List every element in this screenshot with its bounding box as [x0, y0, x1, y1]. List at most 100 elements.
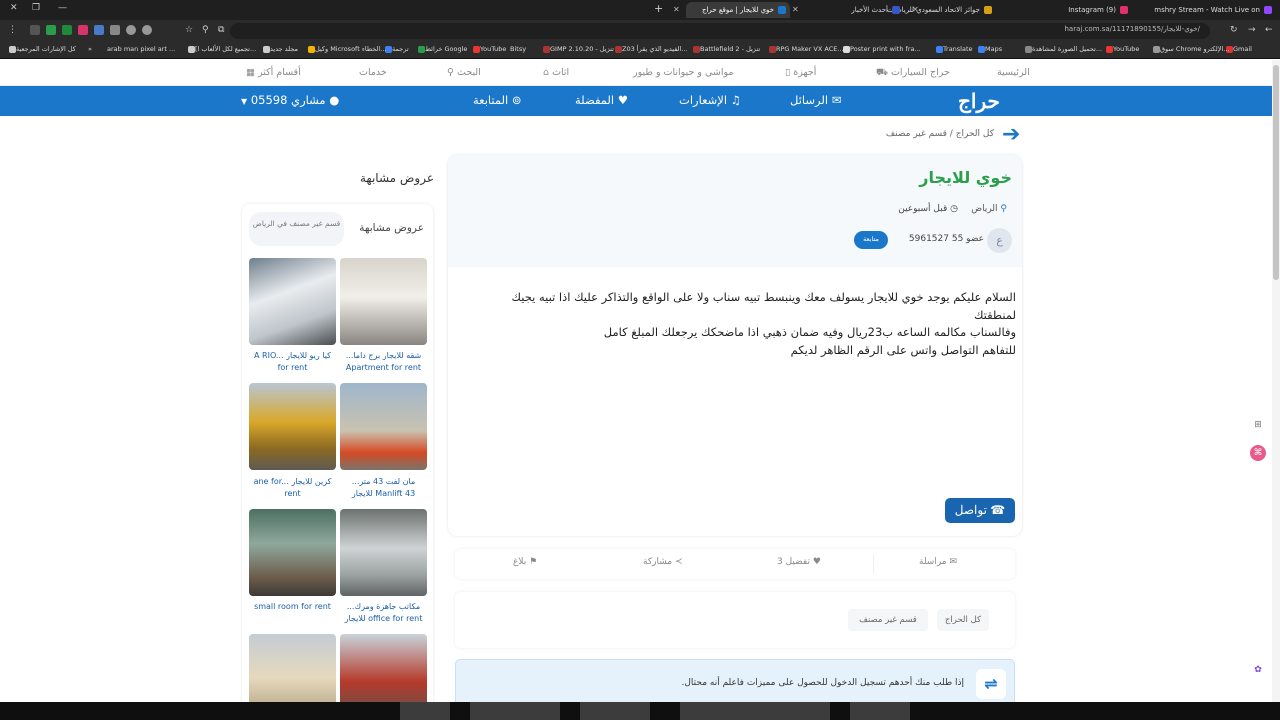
bookmark-item[interactable]: RPG Maker VX ACE...: [766, 45, 844, 53]
bookmark-item[interactable]: GIMP 2.10.20 - تنزيل: [540, 45, 614, 53]
extension-icon[interactable]: [142, 25, 152, 35]
nav-services[interactable]: خدمات: [359, 67, 387, 78]
extension-icon[interactable]: [62, 25, 72, 35]
bookmark-item[interactable]: Z03 الفيديو الذي يقرأ...: [612, 45, 688, 53]
nav-devices[interactable]: ▯ أجهزة: [785, 67, 816, 78]
page-scrollbar[interactable]: [1272, 60, 1280, 702]
qr-icon[interactable]: ⊞: [1250, 417, 1266, 433]
tag-uncategorized[interactable]: قسم غير مصنف: [848, 609, 928, 631]
listing-caption[interactable]: شقه للايجار برج داما... Apartment for re…: [340, 350, 427, 374]
listing-thumbnail-car[interactable]: [249, 258, 336, 345]
listing-caption[interactable]: كيا ريو للايجار A RIO... for rent: [249, 350, 336, 374]
listing-thumbnail[interactable]: [249, 634, 336, 709]
close-tab-icon[interactable]: ✕: [912, 5, 919, 14]
url-text[interactable]: haraj.com.sa/11171890155/خوي-للايجار/: [1065, 25, 1201, 33]
haraj-logo[interactable]: حراج: [958, 89, 1001, 113]
listing-thumbnail[interactable]: [340, 634, 427, 709]
bookmark-item[interactable]: Maps: [975, 45, 1002, 53]
translate-icon[interactable]: ⌘: [1250, 445, 1266, 461]
back-arrow-icon[interactable]: ➔: [1002, 122, 1020, 147]
bookmark-item[interactable]: Translate: [933, 45, 973, 53]
browser-tab-active[interactable]: خوي للايجار | موقع حراج: [686, 2, 790, 18]
share-page-icon[interactable]: ⧉: [218, 25, 224, 35]
bookmark-item[interactable]: YouTube: [1103, 45, 1139, 53]
extension-icon[interactable]: [46, 25, 56, 35]
bookmark-item[interactable]: Bitsy: [510, 45, 526, 53]
contact-button[interactable]: تواصل ☎: [945, 498, 1015, 523]
post-location[interactable]: ⚲ الرياض: [971, 204, 1007, 214]
listing-thumbnail-room[interactable]: [249, 509, 336, 596]
nav-messages[interactable]: الرسائل ✉: [790, 93, 841, 107]
bookmark-item[interactable]: وكيل Microsoft الخطاء...: [305, 45, 386, 53]
nav-home[interactable]: الرئيسية: [997, 67, 1030, 78]
nav-more-sections[interactable]: ▦ أقسام أكثر: [246, 67, 301, 78]
listing-thumbnail-crane[interactable]: [249, 383, 336, 470]
browser-tab[interactable]: أحدث الأخبار: [800, 2, 900, 18]
extension-icon[interactable]: [78, 25, 88, 35]
nav-search[interactable]: ⚲ البحث: [447, 67, 481, 78]
menu-dots-icon[interactable]: ⋮: [8, 25, 17, 35]
browser-tab[interactable]: Instagram (9): [1000, 2, 1128, 18]
nav-cars[interactable]: ⛟ حراج السيارات: [876, 67, 950, 79]
bookmark-star-icon[interactable]: ☆: [185, 25, 193, 35]
follow-button[interactable]: متابعة: [854, 231, 888, 249]
notice-text: إذا طلب منك أحدهم تسجيل الدخول للحصول عل…: [681, 678, 964, 688]
listing-caption[interactable]: كرين للايجار ane for... rent: [249, 476, 336, 500]
close-tab-icon[interactable]: ✕: [673, 5, 680, 14]
listing-caption[interactable]: small room for rent: [249, 601, 336, 613]
minimize-window-icon[interactable]: —: [58, 3, 67, 13]
similar-offers-filter[interactable]: قسم غير مصنف في الرياض: [249, 212, 344, 246]
bookmarks-overflow-icon[interactable]: »: [88, 45, 92, 53]
extension-icon[interactable]: [110, 25, 120, 35]
tag-all-haraj[interactable]: كل الحراج: [937, 609, 989, 631]
share-icon: ≺: [674, 557, 683, 567]
nav-animals[interactable]: مواشي و حيوانات و طيور: [633, 67, 733, 78]
new-tab-icon[interactable]: +: [654, 2, 663, 15]
scrollbar-thumb[interactable]: [1273, 65, 1279, 280]
back-icon[interactable]: ←: [1265, 25, 1273, 35]
bookmark-item[interactable]: arab man pixel art ...: [107, 45, 175, 53]
reload-icon[interactable]: ↻: [1230, 25, 1238, 35]
listing-caption[interactable]: مان لفت 43 متر... Manlift 43 للايجار: [340, 476, 427, 500]
bookmark-item[interactable]: سوق Chrome الإلكترو...: [1150, 45, 1229, 53]
report-action[interactable]: بلاغ ⚑: [513, 557, 537, 567]
bookmark-item[interactable]: Poster print with fra...: [840, 45, 921, 53]
listing-caption[interactable]: مكاتب جاهزة ومرك... office for rent للاي…: [340, 601, 427, 625]
browser-tab[interactable]: mshry Stream - Watch Live on: [1140, 2, 1272, 18]
account-menu[interactable]: ▼ مشاري 05598 ●: [241, 93, 339, 107]
omnibox[interactable]: haraj.com.sa/11171890155/خوي-للايجار/: [230, 23, 1210, 39]
nav-furniture[interactable]: ⌂ اثاث: [543, 67, 569, 78]
listing-thumbnail-manlift[interactable]: [340, 383, 427, 470]
extension-icon[interactable]: [30, 25, 40, 35]
bookmark-item[interactable]: [تجميع لكل الألعاب ا...: [185, 45, 256, 53]
restore-window-icon[interactable]: ❐: [32, 3, 40, 13]
forward-icon[interactable]: →: [1248, 25, 1256, 35]
member-id[interactable]: عضو 55 5961527: [909, 234, 984, 244]
bookmark-item[interactable]: مجلد جديد: [260, 45, 298, 53]
bookmark-item[interactable]: YouTube: [470, 45, 506, 53]
avatar[interactable]: ع: [987, 228, 1012, 253]
bookmark-item[interactable]: كل الإشارات المرجعية: [6, 45, 76, 53]
close-window-icon[interactable]: ✕: [10, 3, 18, 13]
listing-thumbnail-office[interactable]: [340, 509, 427, 596]
share-action[interactable]: مشاركة ≺: [643, 557, 682, 567]
breadcrumb-root[interactable]: كل الحراج: [956, 129, 994, 139]
nav-following[interactable]: المتابعة ⊚: [473, 93, 522, 107]
favorite-action[interactable]: 3 تفضيل ♥: [777, 557, 821, 567]
zoom-icon[interactable]: ⚲: [202, 25, 209, 35]
listing-thumbnail-apartment[interactable]: [340, 258, 427, 345]
breadcrumb-section[interactable]: قسم غير مصنف: [886, 129, 947, 139]
message-action[interactable]: مراسلة ✉: [919, 557, 957, 567]
nav-notifications[interactable]: الإشعارات ♫: [679, 93, 741, 107]
microsoft-icon: [308, 45, 315, 53]
extension-float-icon[interactable]: ✿: [1250, 662, 1266, 678]
nav-favorites[interactable]: المفضلة ♥: [575, 93, 628, 107]
news-icon: [984, 6, 992, 14]
extension-icon[interactable]: [94, 25, 104, 35]
extension-icon[interactable]: [126, 25, 136, 35]
haraj-mini-logo-icon: ⇌: [976, 669, 1006, 699]
close-tab-icon[interactable]: ✕: [792, 5, 799, 14]
bookmark-item[interactable]: تحميل الصورة لمشاهدة...: [1022, 45, 1102, 53]
bookmark-item[interactable]: خرائط Google: [415, 45, 467, 53]
bookmark-item[interactable]: Battlefield 2 - تنزيل: [690, 45, 760, 53]
